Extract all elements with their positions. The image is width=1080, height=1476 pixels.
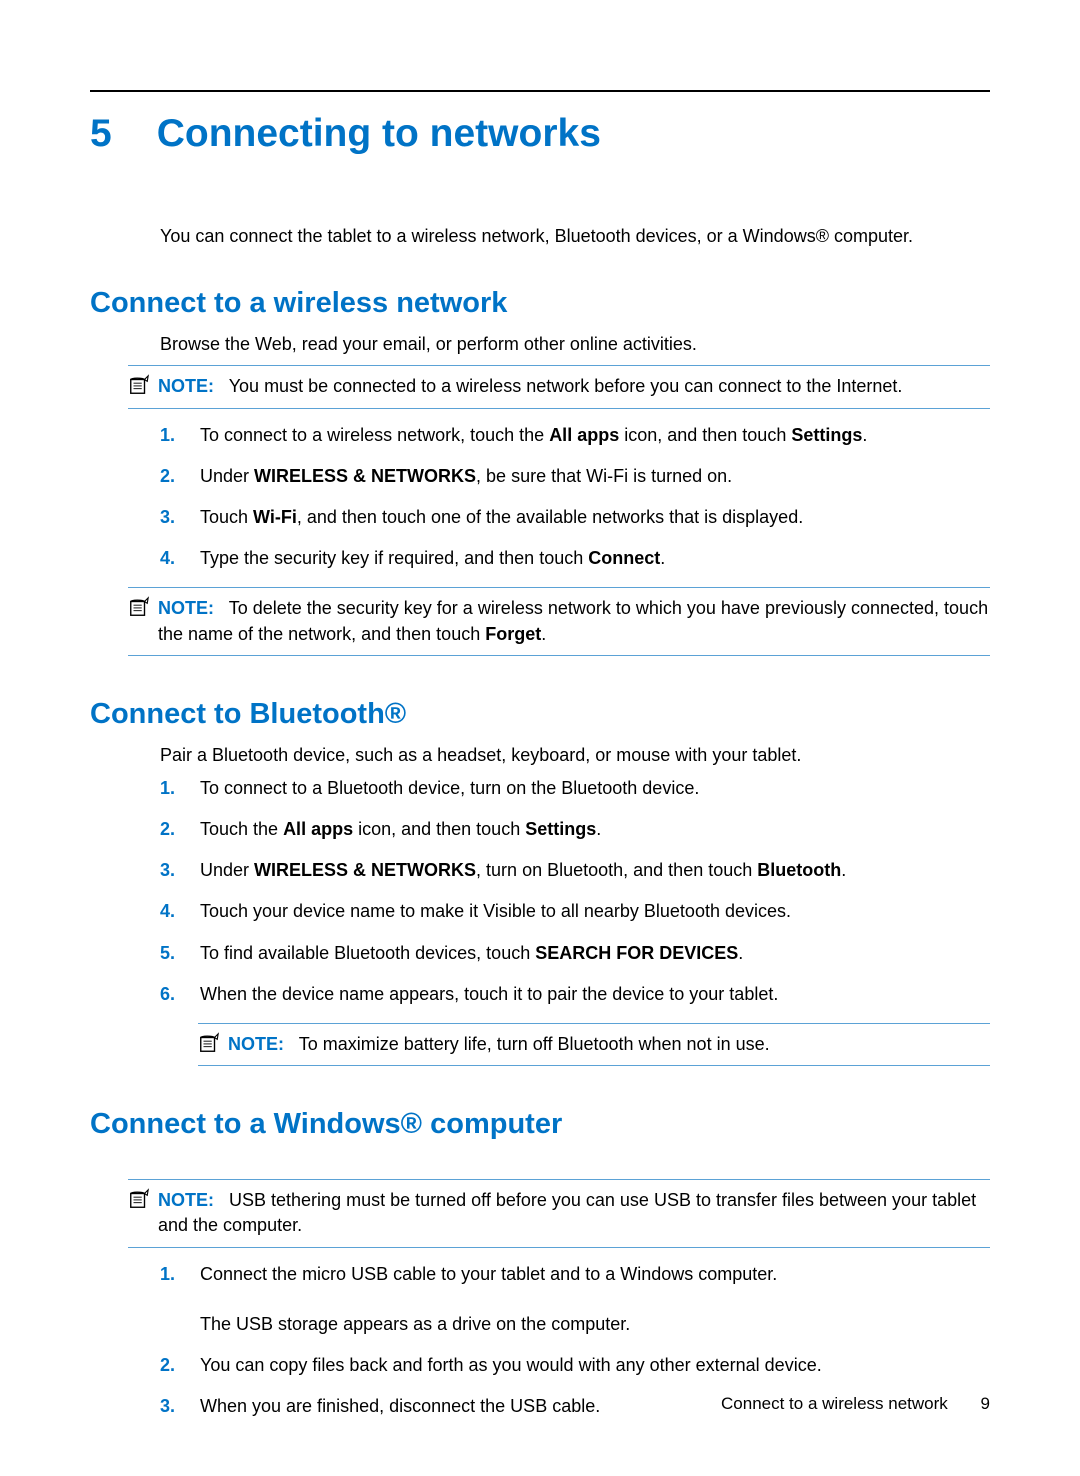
note-label: NOTE:: [158, 598, 214, 618]
list-item: 1.To connect to a Bluetooth device, turn…: [160, 776, 990, 801]
step-number: 2.: [160, 817, 200, 842]
note-body: NOTE: You must be connected to a wireles…: [158, 374, 990, 399]
wifi-steps: 1.To connect to a wireless network, touc…: [160, 423, 990, 572]
note-label: NOTE:: [158, 376, 214, 396]
note-body: NOTE: To delete the security key for a w…: [158, 596, 990, 646]
list-item: 2.Touch the All apps icon, and then touc…: [160, 817, 990, 842]
note-body: NOTE: USB tethering must be turned off b…: [158, 1188, 990, 1238]
step-body: Under WIRELESS & NETWORKS, turn on Bluet…: [200, 858, 990, 883]
note-icon: [128, 1188, 150, 1210]
chapter-intro: You can connect the tablet to a wireless…: [160, 224, 990, 249]
step-number: 1.: [160, 776, 200, 801]
page-footer: Connect to a wireless network 9: [721, 1394, 990, 1414]
section-title-wifi: Connect to a wireless network: [90, 287, 990, 320]
bt-steps: 1.To connect to a Bluetooth device, turn…: [160, 776, 990, 1007]
step-number: 5.: [160, 941, 200, 966]
page-number: 9: [981, 1394, 990, 1413]
list-item: 6.When the device name appears, touch it…: [160, 982, 990, 1007]
note-icon: [128, 596, 150, 618]
step-body: Connect the micro USB cable to your tabl…: [200, 1262, 990, 1338]
chapter-header: 5 Connecting to networks: [90, 112, 990, 156]
step-number: 3.: [160, 505, 200, 530]
note-text: To maximize battery life, turn off Bluet…: [299, 1034, 770, 1054]
step-body: When the device name appears, touch it t…: [200, 982, 990, 1007]
list-item: 3.Touch Wi-Fi, and then touch one of the…: [160, 505, 990, 530]
step-body: Touch the All apps icon, and then touch …: [200, 817, 990, 842]
section-title-bt: Connect to Bluetooth®: [90, 698, 990, 731]
footer-text: Connect to a wireless network: [721, 1394, 948, 1413]
step-number: 3.: [160, 858, 200, 883]
page: 5 Connecting to networks You can connect…: [0, 0, 1080, 1476]
list-item: 5.To find available Bluetooth devices, t…: [160, 941, 990, 966]
step-body: Touch Wi-Fi, and then touch one of the a…: [200, 505, 990, 530]
step-body: To connect to a Bluetooth device, turn o…: [200, 776, 990, 801]
section-intro-bt: Pair a Bluetooth device, such as a heads…: [160, 743, 990, 768]
note-wifi-1: NOTE: You must be connected to a wireles…: [128, 365, 990, 408]
section-intro-wifi: Browse the Web, read your email, or perf…: [160, 332, 990, 357]
step-body: You can copy files back and forth as you…: [200, 1353, 990, 1378]
step-number: 6.: [160, 982, 200, 1007]
note-label: NOTE:: [158, 1190, 214, 1210]
note-icon: [198, 1032, 220, 1054]
step-body: Touch your device name to make it Visibl…: [200, 899, 990, 924]
list-item: 3.Under WIRELESS & NETWORKS, turn on Blu…: [160, 858, 990, 883]
chapter-title: Connecting to networks: [157, 112, 601, 156]
note-body: NOTE: To maximize battery life, turn off…: [228, 1032, 990, 1057]
note-wifi-2: NOTE: To delete the security key for a w…: [128, 587, 990, 655]
note-label: NOTE:: [228, 1034, 284, 1054]
list-item: 4.Type the security key if required, and…: [160, 546, 990, 571]
step-number: 4.: [160, 546, 200, 571]
step-number: 1.: [160, 423, 200, 448]
step-body: Under WIRELESS & NETWORKS, be sure that …: [200, 464, 990, 489]
chapter-number: 5: [90, 112, 112, 156]
top-rule: [90, 90, 990, 92]
step-number: 2.: [160, 1353, 200, 1378]
list-item: 2.Under WIRELESS & NETWORKS, be sure tha…: [160, 464, 990, 489]
step-body: To find available Bluetooth devices, tou…: [200, 941, 990, 966]
step-body: Type the security key if required, and t…: [200, 546, 990, 571]
list-item: 1.To connect to a wireless network, touc…: [160, 423, 990, 448]
step-number: 3.: [160, 1394, 200, 1419]
list-item: 2.You can copy files back and forth as y…: [160, 1353, 990, 1378]
section-title-win: Connect to a Windows® computer: [90, 1108, 990, 1141]
note-text: USB tethering must be turned off before …: [158, 1190, 976, 1235]
note-text: To delete the security key for a wireles…: [158, 598, 988, 643]
list-item: 4.Touch your device name to make it Visi…: [160, 899, 990, 924]
note-icon: [128, 374, 150, 396]
note-win: NOTE: USB tethering must be turned off b…: [128, 1179, 990, 1247]
step-number: 1.: [160, 1262, 200, 1338]
note-bt: NOTE: To maximize battery life, turn off…: [198, 1023, 990, 1066]
step-body: To connect to a wireless network, touch …: [200, 423, 990, 448]
step-number: 2.: [160, 464, 200, 489]
list-item: 1.Connect the micro USB cable to your ta…: [160, 1262, 990, 1338]
step-number: 4.: [160, 899, 200, 924]
note-text: You must be connected to a wireless netw…: [229, 376, 903, 396]
